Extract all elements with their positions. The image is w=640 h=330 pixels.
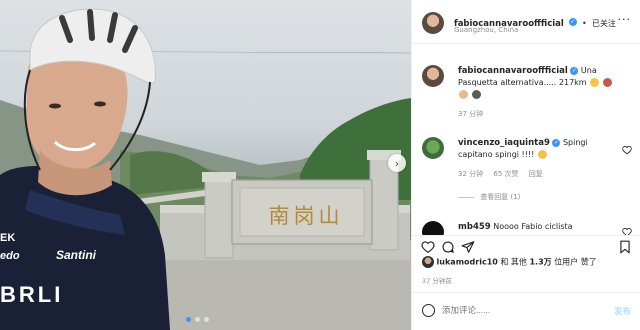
clapping-emoji-icon (537, 150, 547, 159)
comments-list[interactable]: fabiocannavarooffficial ✓ Una Pasquetta … (412, 45, 640, 235)
caption-time: 37 分钟 (458, 110, 484, 118)
comment-item: mb459 Noooo Fabio ciclista (422, 221, 634, 235)
action-bar (412, 235, 640, 257)
photo-scene (0, 8, 411, 330)
bicycle-emoji-icon (471, 90, 481, 99)
carousel-dot (195, 317, 200, 322)
carousel-next-button[interactable]: › (388, 154, 406, 172)
verified-badge-icon: ✓ (568, 17, 577, 26)
divider (458, 196, 474, 198)
stone-inscription: 南岗山 (268, 204, 344, 228)
comment-time: 32 分钟 (458, 170, 484, 178)
caption-username[interactable]: fabiocannavarooffficial (458, 66, 568, 76)
chevron-right-icon: › (394, 156, 400, 170)
add-comment-input[interactable] (442, 305, 592, 315)
view-replies-button[interactable]: 查看回复 (1) (458, 192, 520, 202)
likes-username[interactable]: lukamodric10 (437, 258, 498, 267)
avatar[interactable] (422, 65, 444, 87)
heart-icon[interactable] (421, 240, 435, 254)
post-header: fabiocannavarooffficial ✓ • 已关注 Guangzho… (412, 0, 640, 44)
likes-count[interactable]: 1.3万 (529, 258, 551, 267)
like-comment-heart-icon[interactable] (622, 227, 632, 235)
comment-username[interactable]: mb459 (458, 222, 491, 232)
post-comment-button[interactable]: 发布 (614, 305, 631, 317)
reply-button[interactable]: 回复 (529, 170, 543, 178)
carousel-dot (186, 317, 191, 322)
view-replies-label: 查看回复 (1) (480, 193, 521, 201)
jersey-text-3: BRLI (0, 282, 64, 307)
avatar[interactable] (422, 12, 444, 34)
avatar[interactable] (422, 221, 444, 235)
comment-item: vincenzo_iaquinta9 ✓ Spingi capitano spi… (422, 137, 634, 207)
likes-summary: lukamodric10 和 其他 1.3万 位用户 赞了 (422, 256, 637, 268)
separator: • (582, 19, 587, 28)
comment-username[interactable]: vincenzo_iaquinta9 (458, 138, 550, 148)
location-link[interactable]: Guangzhou, China (454, 26, 518, 34)
post-side-panel: fabiocannavarooffficial ✓ • 已关注 Guangzho… (411, 0, 640, 330)
likes-connector: 和 其他 (500, 257, 527, 267)
more-options-icon[interactable]: ··· (618, 13, 632, 26)
bookmark-icon[interactable] (618, 240, 632, 254)
like-comment-heart-icon[interactable] (622, 145, 632, 155)
likes-suffix: 位用户 赞了 (554, 257, 597, 267)
jersey-text-1: EK (0, 232, 16, 244)
comment-icon[interactable] (441, 240, 455, 254)
add-comment-bar: 发布 (412, 292, 640, 330)
avatar[interactable] (422, 256, 434, 268)
verified-badge-icon: ✓ (552, 138, 561, 147)
caption-item: fabiocannavarooffficial ✓ Una Pasquetta … (422, 65, 634, 118)
carousel-dots (186, 317, 209, 322)
post-photo[interactable]: EK edo Santini BRLI 南岗山 › (0, 0, 411, 330)
verified-badge-icon: ✓ (570, 66, 579, 75)
emoji-picker-icon[interactable] (422, 304, 435, 317)
comment-likes[interactable]: 65 次赞 (493, 170, 518, 178)
comment-text: Noooo Fabio ciclista (493, 222, 573, 231)
jersey-text-2: edo (0, 250, 20, 262)
share-icon[interactable] (461, 240, 475, 254)
flexed-biceps-emoji-icon (459, 90, 468, 99)
post-timestamp: 37 分钟前 (422, 277, 452, 285)
jersey-brand: Santini (56, 248, 97, 262)
avatar[interactable] (422, 137, 444, 159)
carousel-dot (204, 317, 209, 322)
grinning-emoji-icon (590, 78, 600, 87)
face-emoji-icon (602, 78, 612, 87)
follow-status-button[interactable]: 已关注 (592, 19, 616, 28)
